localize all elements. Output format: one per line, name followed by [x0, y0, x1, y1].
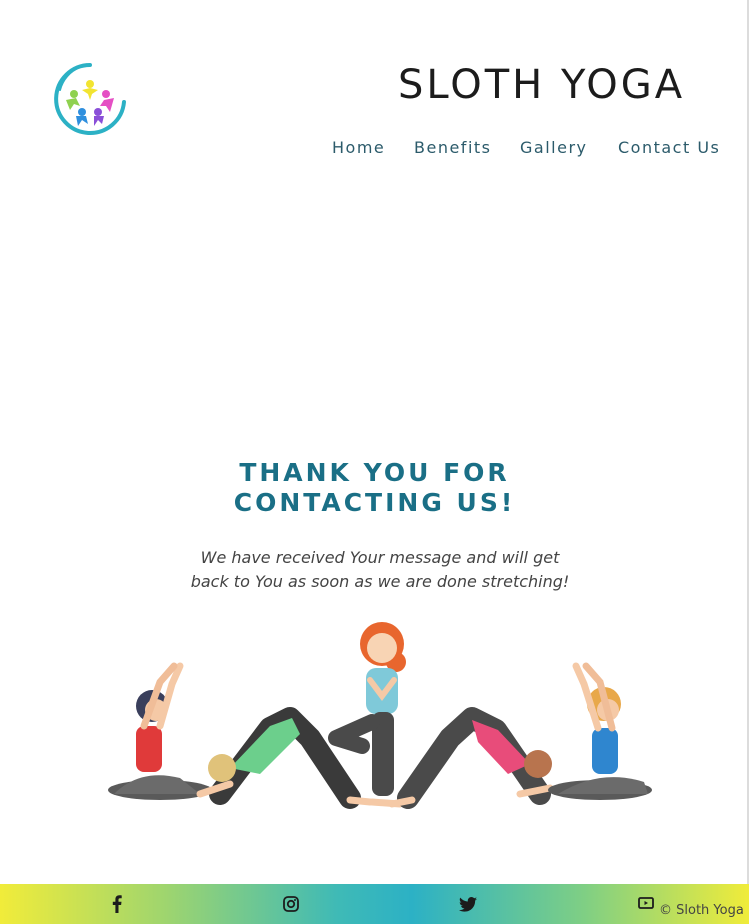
- message-line-1: We have received Your message and will g…: [200, 548, 560, 567]
- yoga-group-illustration: [108, 622, 652, 809]
- yoga-figure-left: [108, 662, 212, 800]
- logo-icon[interactable]: [50, 60, 130, 140]
- twitter-icon[interactable]: [458, 894, 478, 914]
- copyright-text: © Sloth Yoga: [659, 903, 744, 918]
- thank-you-message: We have received Your message and will g…: [150, 546, 610, 594]
- instagram-icon[interactable]: [281, 894, 301, 914]
- thank-you-heading: THANK YOU FOR CONTACTING US!: [0, 458, 749, 518]
- yoga-figure-pink: [388, 707, 554, 809]
- heading-line-2: CONTACTING US!: [233, 488, 516, 517]
- nav-gallery[interactable]: Gallery: [520, 138, 587, 157]
- youtube-icon[interactable]: [636, 894, 656, 914]
- site-footer: © Sloth Yoga: [0, 884, 749, 924]
- site-title: SLOTH YOGA: [398, 62, 686, 108]
- yoga-figure-right: [548, 662, 652, 800]
- nav-contact-us[interactable]: Contact Us: [618, 138, 720, 157]
- nav-benefits[interactable]: Benefits: [414, 138, 492, 157]
- facebook-icon[interactable]: [107, 894, 127, 914]
- message-line-2: back to You as soon as we are done stret…: [190, 572, 570, 591]
- heading-line-1: THANK YOU FOR: [239, 458, 510, 487]
- main-nav: Home Benefits Gallery Contact Us: [0, 138, 749, 160]
- nav-home[interactable]: Home: [332, 138, 385, 157]
